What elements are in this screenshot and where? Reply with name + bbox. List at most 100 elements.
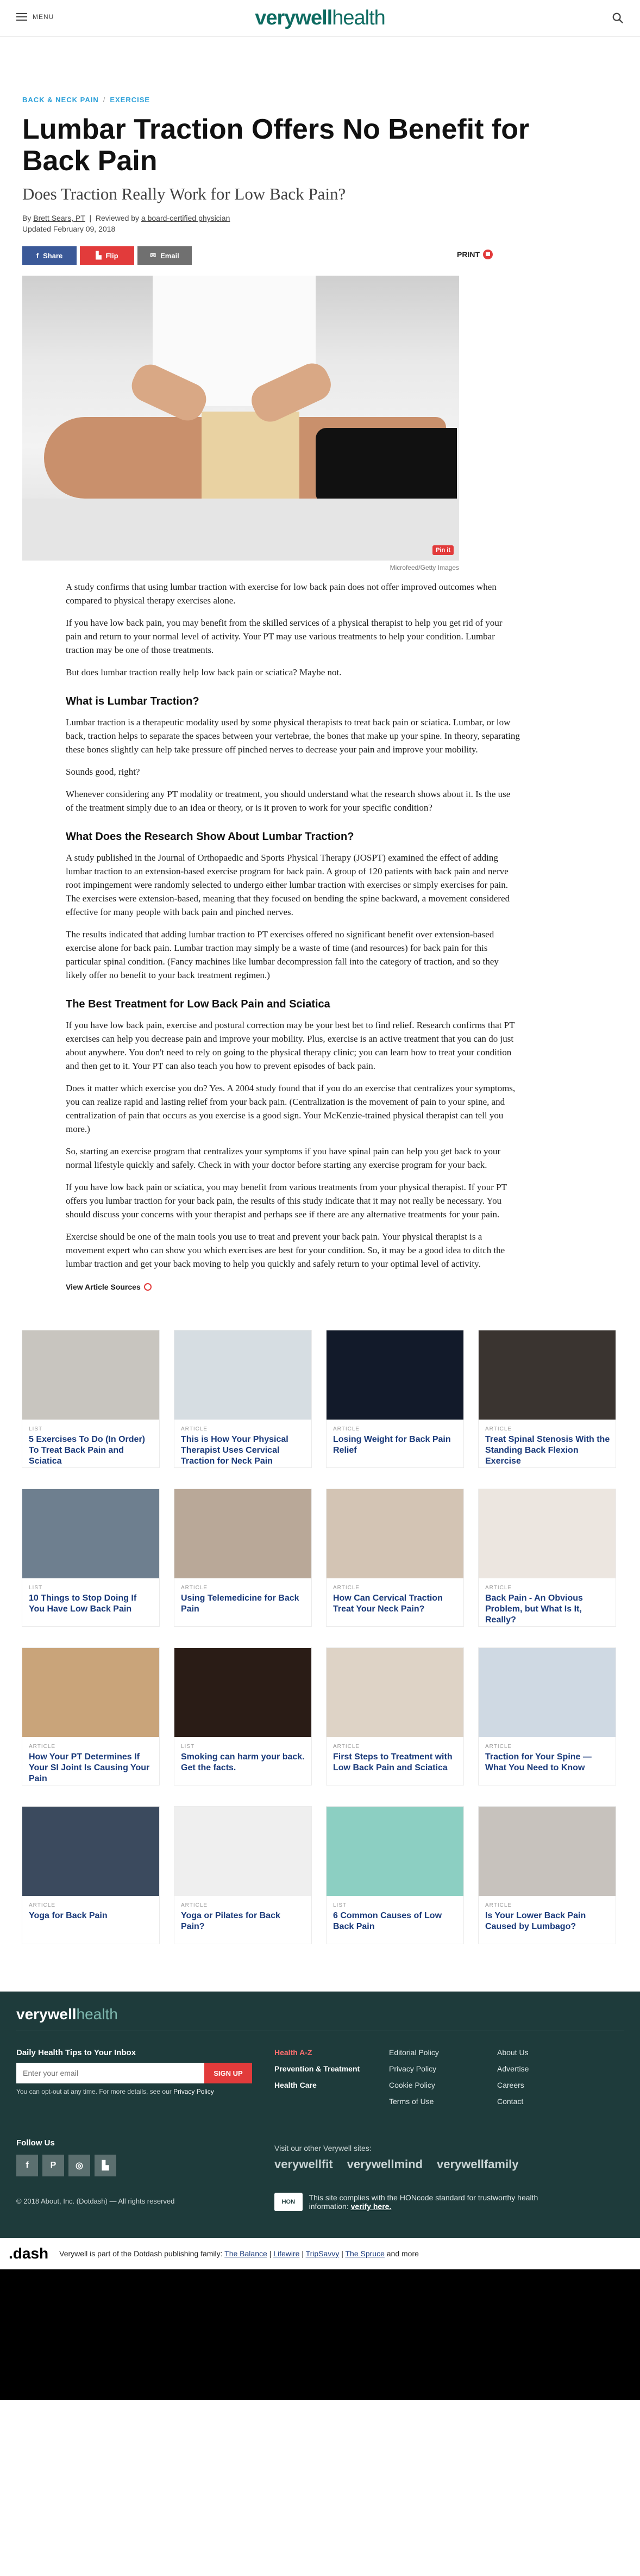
- related-article-card[interactable]: ARTICLE Is Your Lower Back Pain Caused by…: [479, 1807, 616, 1944]
- footer-link[interactable]: Contact: [497, 2097, 529, 2106]
- related-article-card[interactable]: ARTICLE Back Pain - An Obvious Problem, b…: [479, 1489, 616, 1626]
- verywell-family-logo[interactable]: verywellfamily: [437, 2157, 518, 2171]
- dotdash-site-link[interactable]: The Balance: [224, 2249, 267, 2258]
- section-heading: What is Lumbar Traction?: [66, 695, 199, 707]
- dotdash-bar: .dash Verywell is part of the Dotdash pu…: [0, 2238, 640, 2269]
- breadcrumb-item[interactable]: BACK & NECK PAIN: [22, 96, 99, 104]
- footer-link[interactable]: Careers: [497, 2081, 529, 2089]
- footer-link[interactable]: Terms of Use: [389, 2097, 439, 2106]
- related-article-card[interactable]: LIST 6 Common Causes of Low Back Pain: [327, 1807, 463, 1944]
- verywell-mind-logo[interactable]: verywellmind: [347, 2157, 423, 2171]
- related-article-card[interactable]: LIST Smoking can harm your back. Get the …: [174, 1648, 311, 1785]
- card-caption: ARTICLE How Can Cervical Traction Treat Y…: [333, 1585, 458, 1615]
- sign-up-button[interactable]: SIGN UP: [204, 2063, 252, 2083]
- email-input[interactable]: [16, 2063, 204, 2083]
- reviewer-link[interactable]: a board-certified physician: [141, 214, 230, 222]
- article: BACK & NECK PAIN / EXERCISE Lumbar Tract…: [22, 37, 618, 1291]
- search-icon[interactable]: [612, 12, 624, 24]
- dotdash-site-link[interactable]: Lifewire: [273, 2249, 299, 2258]
- card-caption: LIST 10 Things to Stop Doing If You Have …: [29, 1585, 154, 1615]
- dotdash-site-link[interactable]: TripSavvy: [306, 2249, 340, 2258]
- note-text: You can opt-out at any time. For more de…: [16, 2088, 172, 2095]
- card-title[interactable]: Is Your Lower Back Pain Caused by Lumbag…: [485, 1911, 610, 1932]
- card-title[interactable]: How Your PT Determines If Your SI Joint …: [29, 1752, 154, 1784]
- card-title[interactable]: 6 Common Causes of Low Back Pain: [333, 1911, 458, 1932]
- footer-link[interactable]: Advertise: [497, 2064, 529, 2073]
- footer-link[interactable]: Cookie Policy: [389, 2081, 439, 2089]
- card-thumbnail: [327, 1807, 463, 1896]
- card-title[interactable]: Smoking can harm your back. Get the fact…: [181, 1752, 306, 1774]
- related-article-card[interactable]: ARTICLE Treat Spinal Stenosis With the St…: [479, 1330, 616, 1467]
- card-title[interactable]: First Steps to Treatment with Low Back P…: [333, 1752, 458, 1774]
- footer-link[interactable]: Health A-Z: [274, 2048, 360, 2057]
- paragraph: If you have low back pain, exercise and …: [66, 1020, 515, 1071]
- section-heading: The Best Treatment for Low Back Pain and…: [66, 998, 330, 1010]
- card-type: LIST: [29, 1426, 43, 1432]
- related-article-card[interactable]: ARTICLE Traction for Your Spine — What Yo…: [479, 1648, 616, 1785]
- card-title[interactable]: 5 Exercises To Do (In Order) To Treat Ba…: [29, 1434, 154, 1467]
- print-button[interactable]: PRINT: [457, 250, 493, 259]
- email-share-button[interactable]: ✉ Email: [137, 246, 192, 265]
- related-article-card[interactable]: LIST 10 Things to Stop Doing If You Have …: [22, 1489, 159, 1626]
- author-link[interactable]: Brett Sears, PT: [33, 214, 85, 222]
- card-title[interactable]: Treat Spinal Stenosis With the Standing …: [485, 1434, 610, 1467]
- plus-circle-icon: [143, 1283, 152, 1291]
- card-thumbnail: [479, 1807, 616, 1896]
- card-thumbnail: [22, 1489, 159, 1578]
- related-article-card[interactable]: ARTICLE How Can Cervical Traction Treat Y…: [327, 1489, 463, 1626]
- card-thumbnail: [479, 1489, 616, 1578]
- footer-link[interactable]: About Us: [497, 2048, 529, 2057]
- related-article-card[interactable]: ARTICLE How Your PT Determines If Your SI…: [22, 1648, 159, 1785]
- and-more-link[interactable]: and more: [387, 2249, 419, 2258]
- related-article-card[interactable]: ARTICLE Yoga for Back Pain: [22, 1807, 159, 1944]
- card-title[interactable]: Yoga or Pilates for Back Pain?: [181, 1911, 306, 1932]
- card-title[interactable]: Losing Weight for Back Pain Relief: [333, 1434, 458, 1456]
- other-sites-label: Visit our other Verywell sites:: [274, 2144, 372, 2152]
- card-title[interactable]: Back Pain - An Obvious Problem, but What…: [485, 1593, 610, 1626]
- related-article-card[interactable]: LIST 5 Exercises To Do (In Order) To Trea…: [22, 1330, 159, 1467]
- card-thumbnail: [174, 1489, 311, 1578]
- footer-link[interactable]: Health Care: [274, 2081, 360, 2089]
- hero-image: Pin it: [22, 276, 459, 561]
- card-thumbnail: [22, 1807, 159, 1896]
- footer-link[interactable]: Prevention & Treatment: [274, 2064, 360, 2073]
- paragraph: Does it matter which exercise you do? Ye…: [66, 1083, 516, 1134]
- footer-link[interactable]: Editorial Policy: [389, 2048, 439, 2057]
- related-article-card[interactable]: ARTICLE Losing Weight for Back Pain Relie…: [327, 1330, 463, 1467]
- card-caption: ARTICLE This is How Your Physical Therapi…: [181, 1426, 306, 1467]
- flipboard-icon[interactable]: ▙: [95, 2155, 116, 2176]
- footer-nav-company: About Us Advertise Careers Contact: [497, 2048, 529, 2113]
- pin-it-button[interactable]: Pin it: [432, 545, 454, 555]
- honcode-badge-icon[interactable]: HON: [274, 2193, 303, 2211]
- card-thumbnail: [22, 1648, 159, 1737]
- related-article-card[interactable]: ARTICLE First Steps to Treatment with Low…: [327, 1648, 463, 1785]
- flip-share-button[interactable]: ▙ Flip: [80, 246, 134, 265]
- card-caption: LIST 5 Exercises To Do (In Order) To Trea…: [29, 1426, 154, 1467]
- pinterest-icon[interactable]: P: [42, 2155, 64, 2176]
- card-title[interactable]: 10 Things to Stop Doing If You Have Low …: [29, 1593, 154, 1615]
- follow-us-heading: Follow Us: [16, 2138, 55, 2148]
- verify-here-link[interactable]: verify here.: [351, 2202, 392, 2211]
- footer-logo[interactable]: verywellhealth: [16, 2006, 118, 2023]
- dotdash-site-link[interactable]: The Spruce: [346, 2249, 385, 2258]
- card-title[interactable]: Traction for Your Spine — What You Need …: [485, 1752, 610, 1774]
- facebook-share-button[interactable]: f Share: [22, 246, 77, 265]
- related-article-card[interactable]: ARTICLE Using Telemedicine for Back Pain: [174, 1489, 311, 1626]
- related-article-card[interactable]: ARTICLE Yoga or Pilates for Back Pain?: [174, 1807, 311, 1944]
- footer-link[interactable]: Privacy Policy: [389, 2064, 439, 2073]
- card-title[interactable]: Using Telemedicine for Back Pain: [181, 1593, 306, 1615]
- verywell-fit-logo[interactable]: verywellfit: [274, 2157, 333, 2171]
- breadcrumb-item[interactable]: EXERCISE: [110, 96, 150, 104]
- card-title[interactable]: How Can Cervical Traction Treat Your Nec…: [333, 1593, 458, 1615]
- view-article-sources-button[interactable]: View Article Sources: [66, 1283, 520, 1291]
- privacy-policy-link[interactable]: Privacy Policy: [173, 2088, 214, 2095]
- site-logo[interactable]: verywellhealth: [0, 7, 640, 30]
- dotdash-logo[interactable]: .dash: [9, 2245, 48, 2262]
- card-title[interactable]: Yoga for Back Pain: [29, 1911, 154, 1921]
- paragraph: Lumbar traction is a therapeutic modalit…: [66, 717, 520, 755]
- facebook-icon[interactable]: f: [16, 2155, 38, 2176]
- instagram-icon[interactable]: ◎: [68, 2155, 90, 2176]
- card-title[interactable]: This is How Your Physical Therapist Uses…: [181, 1434, 306, 1467]
- related-article-card[interactable]: ARTICLE This is How Your Physical Therapi…: [174, 1330, 311, 1467]
- image-credit: Microfeed/Getty Images: [390, 564, 459, 571]
